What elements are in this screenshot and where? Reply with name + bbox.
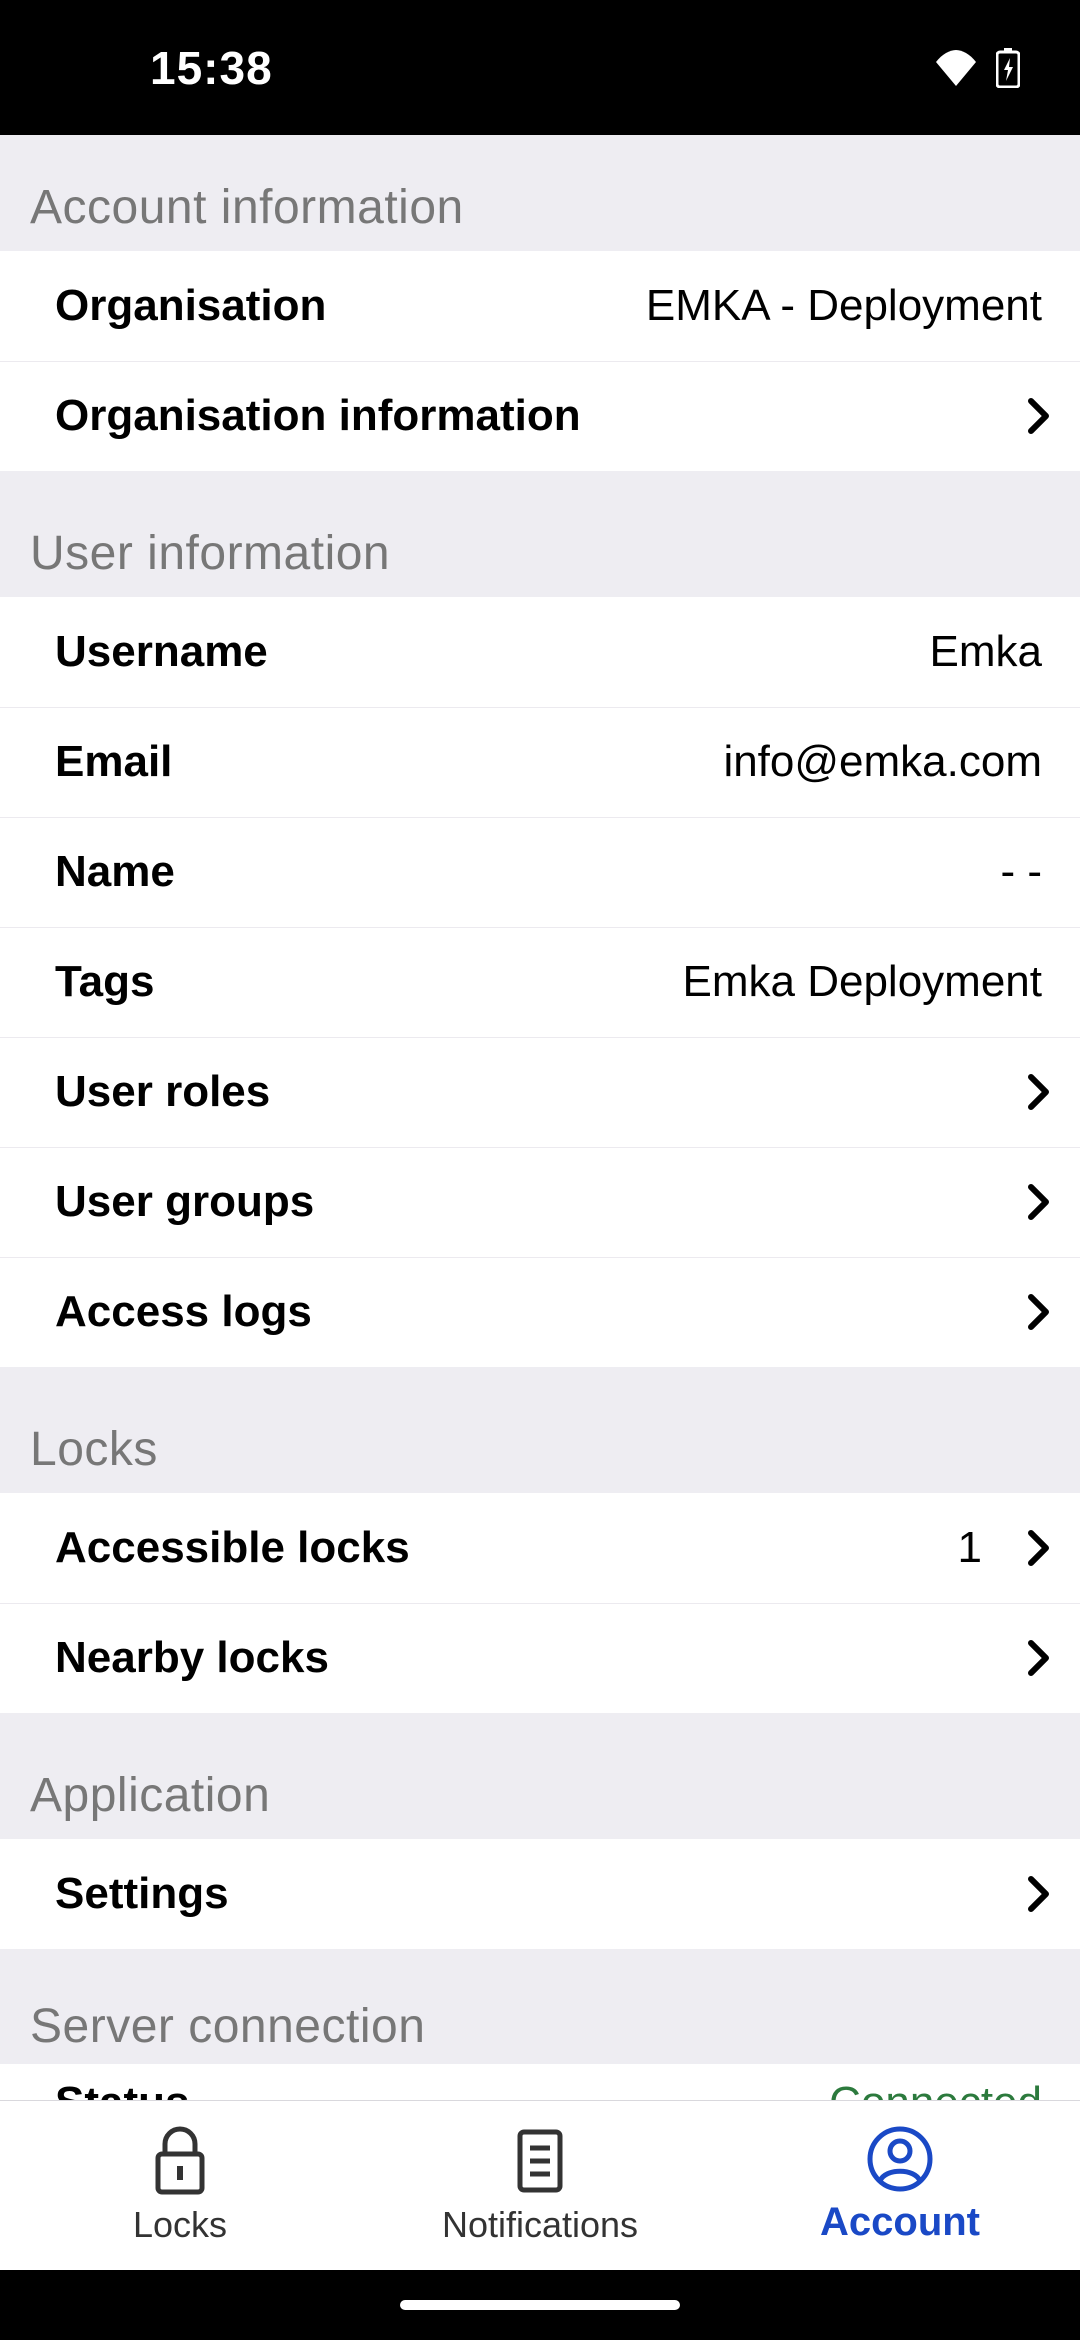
tab-locks[interactable]: Locks	[0, 2101, 360, 2270]
row-settings[interactable]: Settings	[0, 1839, 1080, 1949]
person-circle-icon	[867, 2126, 933, 2192]
status-value: Connected	[829, 2078, 1050, 2100]
row-accessible-locks[interactable]: Accessible locks 1	[0, 1493, 1080, 1603]
username-value: Emka	[930, 627, 1050, 677]
row-username: Username Emka	[0, 597, 1080, 707]
list-icon	[510, 2126, 570, 2196]
access-logs-label: Access logs	[55, 1287, 312, 1337]
section-header-user-info: User information	[0, 471, 1080, 597]
tab-account-label: Account	[820, 2200, 980, 2245]
nearby-locks-label: Nearby locks	[55, 1633, 329, 1683]
tab-locks-label: Locks	[133, 2204, 227, 2246]
organisation-value: EMKA - Deployment	[646, 281, 1050, 331]
section-header-application: Application	[0, 1713, 1080, 1839]
section-header-account-info: Account information	[0, 135, 1080, 251]
email-label: Email	[55, 737, 172, 787]
chevron-right-icon	[1010, 1294, 1050, 1330]
row-email: Email info@emka.com	[0, 707, 1080, 817]
row-status: Status Connected	[0, 2064, 1080, 2100]
row-organisation: Organisation EMKA - Deployment	[0, 251, 1080, 361]
wifi-icon	[934, 50, 978, 86]
settings-label: Settings	[55, 1869, 229, 1919]
name-label: Name	[55, 847, 175, 897]
chevron-right-icon	[1010, 398, 1050, 434]
row-user-roles[interactable]: User roles	[0, 1037, 1080, 1147]
status-icons	[934, 48, 1020, 88]
status-label: Status	[55, 2078, 189, 2100]
row-access-logs[interactable]: Access logs	[0, 1257, 1080, 1367]
tab-notifications-label: Notifications	[442, 2204, 638, 2246]
chevron-right-icon	[1010, 1530, 1050, 1566]
username-label: Username	[55, 627, 268, 677]
tab-bar: Locks Notifications	[0, 2100, 1080, 2270]
organisation-information-label: Organisation information	[55, 391, 581, 441]
lock-icon	[150, 2126, 210, 2196]
row-nearby-locks[interactable]: Nearby locks	[0, 1603, 1080, 1713]
organisation-label: Organisation	[55, 281, 326, 331]
row-tags: Tags Emka Deployment	[0, 927, 1080, 1037]
battery-charging-icon	[996, 48, 1020, 88]
row-user-groups[interactable]: User groups	[0, 1147, 1080, 1257]
tab-notifications[interactable]: Notifications	[360, 2101, 720, 2270]
chevron-right-icon	[1010, 1184, 1050, 1220]
accessible-locks-label: Accessible locks	[55, 1523, 410, 1573]
home-indicator[interactable]	[400, 2300, 680, 2310]
status-bar: 15:38	[0, 0, 1080, 135]
chevron-right-icon	[1010, 1640, 1050, 1676]
name-value: - -	[1000, 847, 1050, 897]
section-header-locks: Locks	[0, 1367, 1080, 1493]
chevron-right-icon	[1010, 1074, 1050, 1110]
accessible-locks-value: 1	[958, 1523, 990, 1573]
user-roles-label: User roles	[55, 1067, 270, 1117]
row-name: Name - -	[0, 817, 1080, 927]
user-groups-label: User groups	[55, 1177, 314, 1227]
home-bar	[0, 2270, 1080, 2340]
chevron-right-icon	[1010, 1876, 1050, 1912]
row-organisation-information[interactable]: Organisation information	[0, 361, 1080, 471]
tags-value: Emka Deployment	[683, 957, 1050, 1007]
email-value: info@emka.com	[723, 737, 1050, 787]
tags-label: Tags	[55, 957, 154, 1007]
status-time: 15:38	[150, 41, 273, 95]
tab-account[interactable]: Account	[720, 2101, 1080, 2270]
section-header-server: Server connection	[0, 1949, 1080, 2064]
